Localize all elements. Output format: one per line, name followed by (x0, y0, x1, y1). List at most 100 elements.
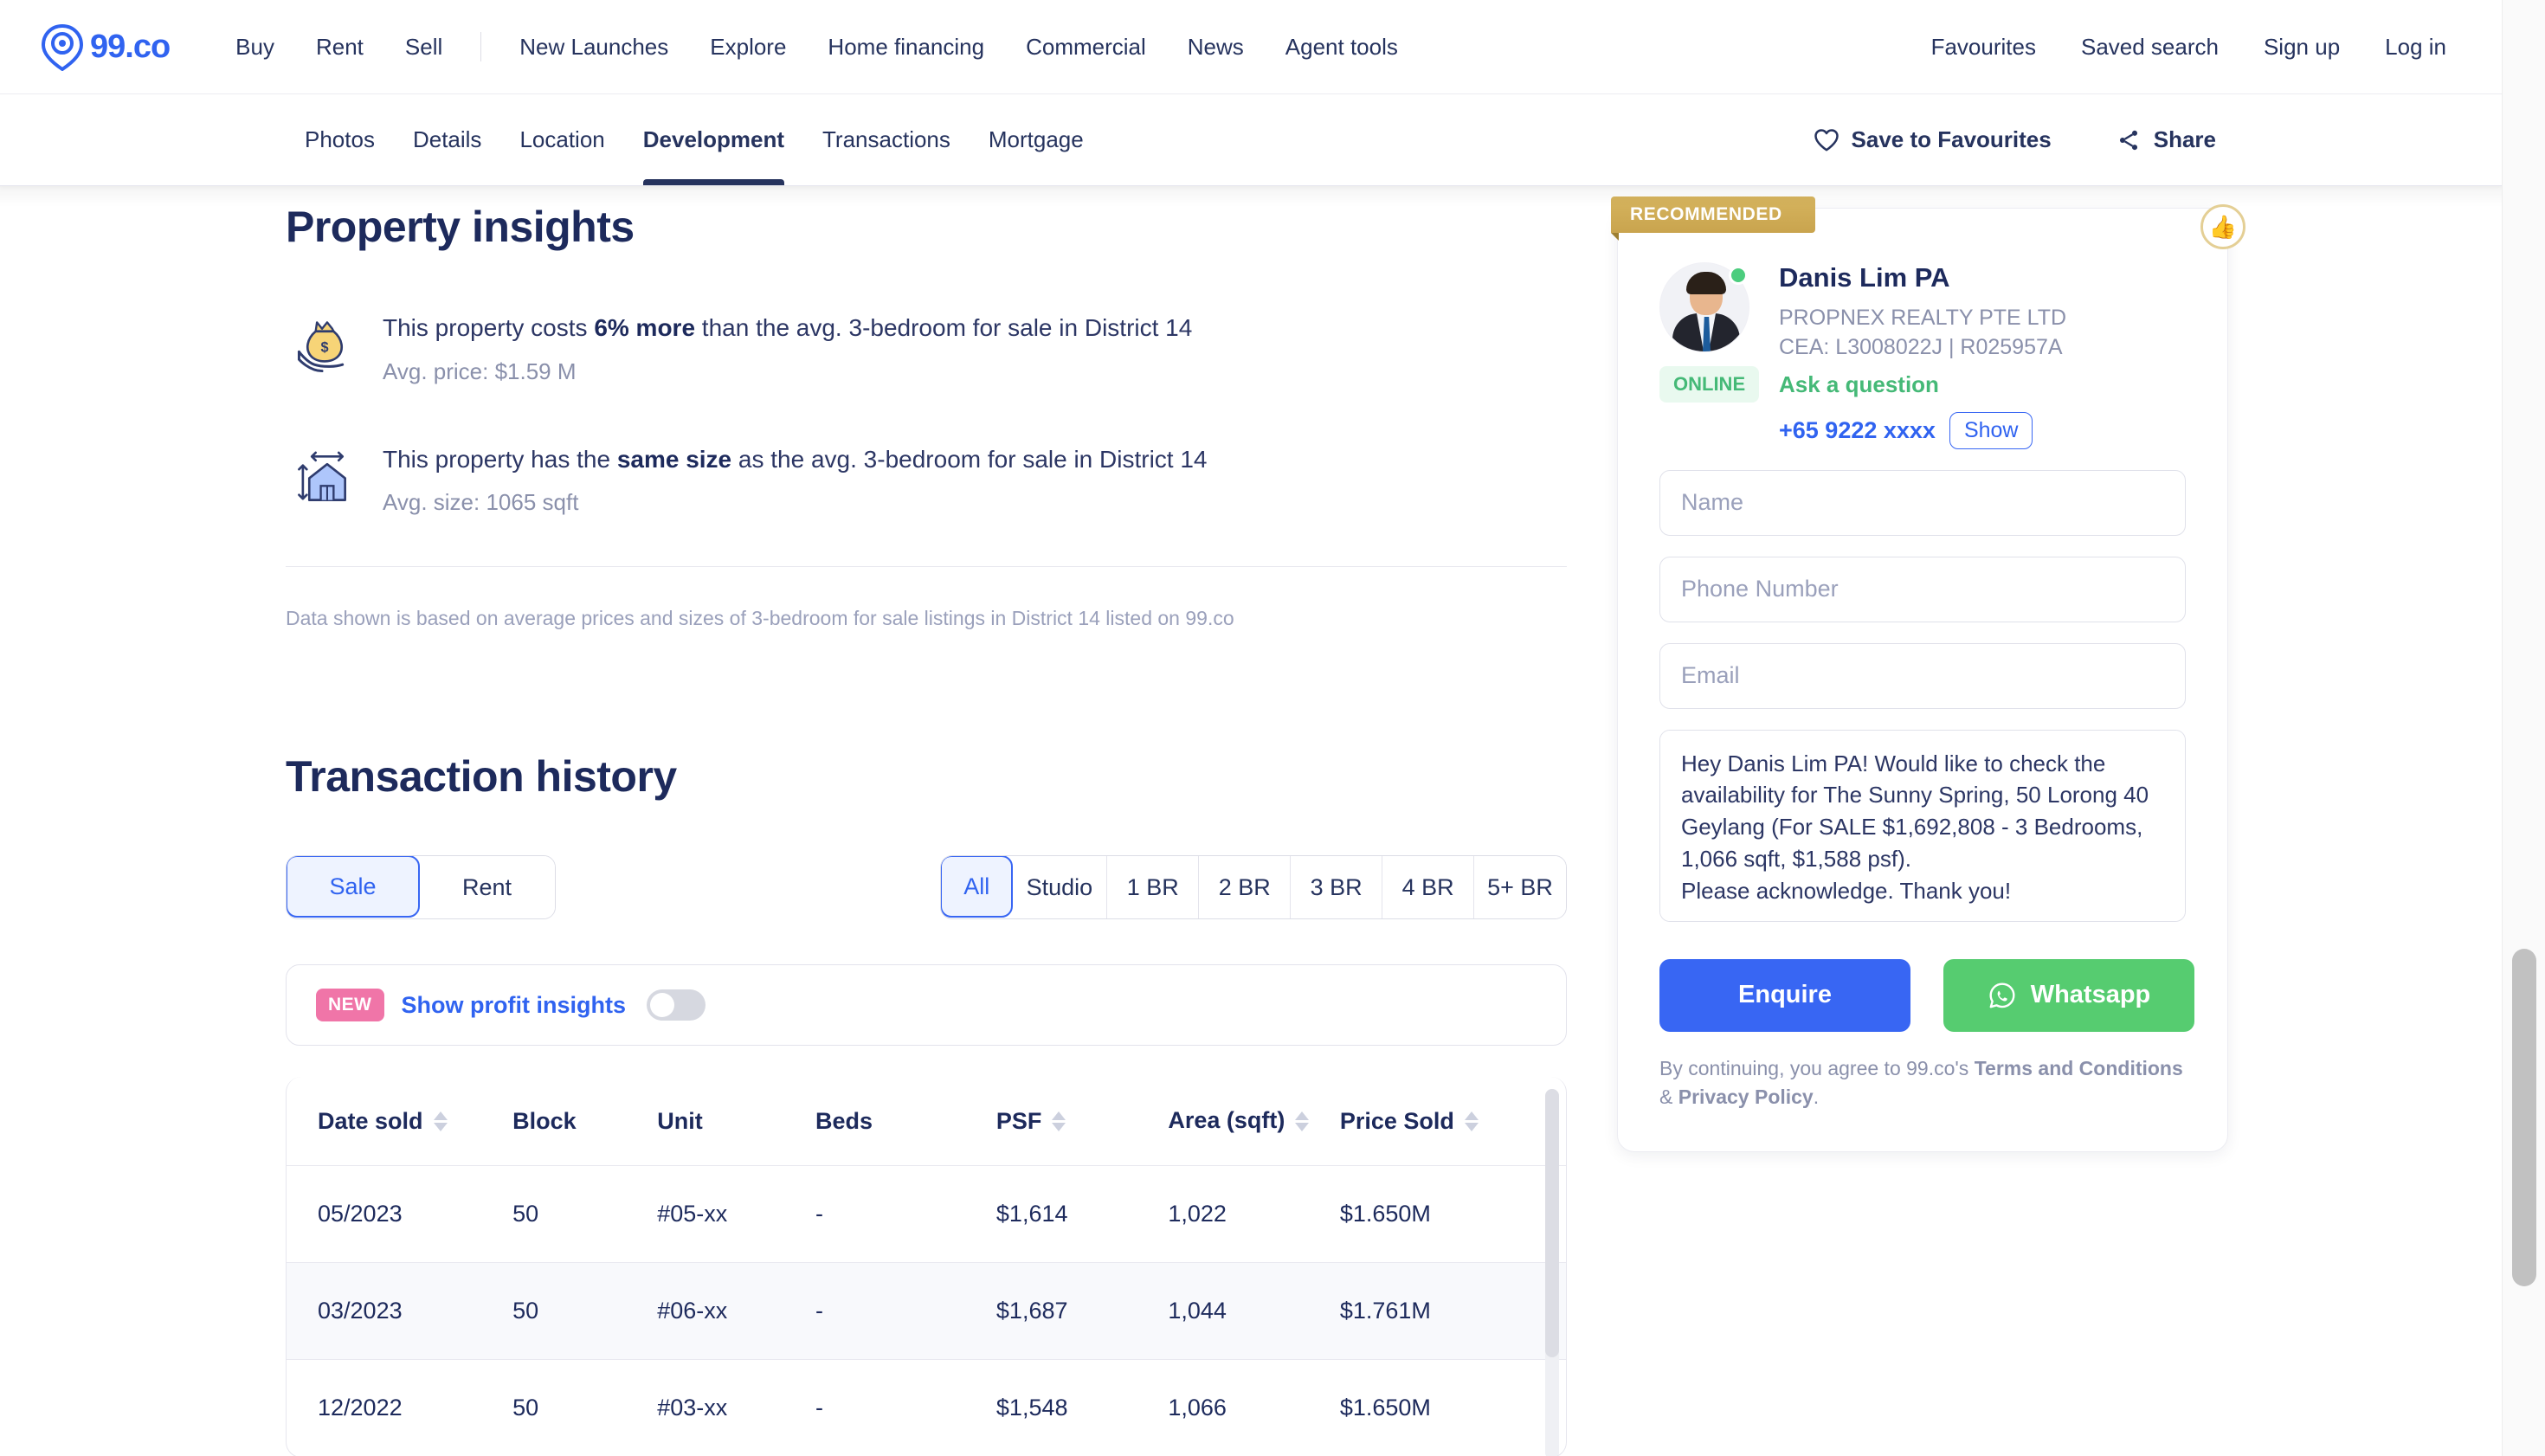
sort-icon-area[interactable] (1295, 1111, 1310, 1131)
nav-link-log-in[interactable]: Log in (2362, 34, 2469, 61)
location-pin-logo-icon (41, 23, 84, 71)
table-header-row: Date sold Block Unit Beds PSF Area (sqft… (287, 1077, 1566, 1166)
insight-size-text-after: as the avg. 3-bedroom for sale in Distri… (731, 445, 1208, 473)
tab-transactions[interactable]: Transactions (803, 94, 970, 185)
ask-a-question-link[interactable]: Ask a question (1779, 371, 2186, 398)
primary-nav-links: Buy Rent Sell New Launches Explore Home … (215, 32, 1419, 61)
nav-link-home-financing[interactable]: Home financing (807, 34, 1005, 61)
enquire-button[interactable]: Enquire (1659, 958, 1910, 1032)
cell-date-sold: 05/2023 (287, 1165, 513, 1263)
column-header-price-sold[interactable]: Price Sold (1339, 1077, 1566, 1166)
nav-divider (480, 32, 482, 61)
filter-bedrooms-all[interactable]: All (941, 856, 1014, 918)
svg-text:$: $ (320, 339, 328, 355)
email-input[interactable] (1659, 642, 2186, 709)
online-status-badge: ONLINE (1659, 366, 1760, 403)
cell-price-sold: $1.650M (1339, 1165, 1566, 1263)
transaction-history-title: Transaction history (286, 752, 677, 802)
listing-section-nav: Photos Details Location Development Tran… (0, 94, 2502, 186)
page-scrollbar-thumb[interactable] (2512, 949, 2536, 1286)
insight-price-highlight: 6% more (594, 314, 696, 341)
column-label-psf: PSF (995, 1107, 1042, 1134)
save-to-favourites-button[interactable]: Save to Favourites (1814, 126, 2052, 153)
heart-icon (1814, 128, 1839, 151)
tab-details[interactable]: Details (394, 94, 500, 185)
insights-divider (286, 566, 1567, 568)
nav-link-news[interactable]: News (1167, 34, 1265, 61)
table-scrollbar-thumb[interactable] (1545, 1089, 1559, 1358)
insights-disclaimer: Data shown is based on average prices an… (286, 607, 1234, 630)
agent-avatar-column: ONLINE (1659, 262, 1763, 449)
house-size-icon (298, 451, 346, 501)
insight-avg-size: Avg. size: 1065 sqft (383, 489, 579, 516)
nav-link-commercial[interactable]: Commercial (1005, 34, 1167, 61)
filter-bedrooms-3br[interactable]: 3 BR (1291, 856, 1383, 919)
cell-block: 50 (512, 1262, 658, 1360)
filter-sale-button[interactable]: Sale (287, 856, 421, 918)
table-scrollbar-track[interactable] (1545, 1089, 1559, 1456)
nav-link-sell[interactable]: Sell (384, 34, 463, 61)
whatsapp-button[interactable]: Whatsapp (1943, 958, 2194, 1032)
nav-link-explore[interactable]: Explore (689, 34, 807, 61)
terms-and-conditions-link[interactable]: Terms and Conditions (1975, 1057, 2183, 1079)
tab-location[interactable]: Location (500, 94, 623, 185)
nav-link-favourites[interactable]: Favourites (1909, 34, 2059, 61)
cell-date-sold: 12/2022 (287, 1359, 513, 1456)
insight-price-body: This property costs 6% more than the avg… (364, 311, 1567, 385)
tab-development[interactable]: Development (624, 94, 803, 185)
sort-icon-date-sold[interactable] (433, 1111, 448, 1131)
cell-price-sold: $1.650M (1339, 1359, 1566, 1456)
nav-link-agent-tools[interactable]: Agent tools (1265, 34, 1419, 61)
left-column: Property insights $ This property costs … (286, 186, 1567, 1456)
filter-bedrooms-2br[interactable]: 2 BR (1199, 856, 1292, 919)
transaction-filters: Sale Rent All Studio 1 BR 2 BR 3 BR 4 BR… (286, 855, 1567, 920)
recommended-badge-label: RECOMMENDED (1630, 204, 1782, 224)
filter-bedrooms-5plusbr[interactable]: 5+ BR (1474, 856, 1566, 919)
show-phone-button[interactable]: Show (1949, 411, 2033, 449)
nav-link-sign-up[interactable]: Sign up (2241, 34, 2362, 61)
sort-icon-price-sold[interactable] (1464, 1111, 1479, 1131)
account-nav-links: Favourites Saved search Sign up Log in (1909, 34, 2469, 61)
profit-insights-bar[interactable]: NEW Show profit insights (286, 964, 1567, 1047)
column-label-beds: Beds (815, 1107, 873, 1134)
filter-bedrooms-studio[interactable]: Studio (1012, 856, 1108, 919)
nav-link-saved-search[interactable]: Saved search (2059, 34, 2241, 61)
tab-photos[interactable]: Photos (286, 94, 394, 185)
table-row: 03/2023 50 #06-xx - $1,687 1,044 $1.761M (287, 1262, 1566, 1360)
message-textarea[interactable]: Hey Danis Lim PA! Would like to check th… (1659, 729, 2186, 922)
profit-insights-toggle[interactable] (646, 989, 706, 1021)
thumbs-up-icon: 👍 (2200, 204, 2245, 249)
terms-text: By continuing, you agree to 99.co's Term… (1659, 1054, 2186, 1112)
agent-enquiry-card: RECOMMENDED 👍 ONLINE Danis Lim PA PROPNE… (1611, 196, 2245, 1153)
column-header-area[interactable]: Area (sqft) (1168, 1077, 1340, 1166)
site-logo[interactable]: 99.co (40, 23, 171, 71)
tab-mortgage[interactable]: Mortgage (970, 94, 1103, 185)
insight-size-highlight: same size (616, 445, 732, 473)
share-button[interactable]: Share (2116, 126, 2216, 153)
column-label-date-sold: Date sold (318, 1107, 423, 1134)
filter-bedrooms-1br[interactable]: 1 BR (1107, 856, 1200, 919)
column-header-unit: Unit (657, 1077, 816, 1166)
transaction-table-head: Date sold Block Unit Beds PSF Area (sqft… (287, 1077, 1566, 1166)
column-header-psf[interactable]: PSF (995, 1077, 1169, 1166)
page-root: 99.co Buy Rent Sell New Launches Explore… (0, 0, 2545, 1456)
filter-rent-button[interactable]: Rent (419, 856, 555, 919)
share-label: Share (2153, 126, 2216, 152)
page-scrollbar-track[interactable] (2502, 0, 2545, 1456)
privacy-policy-link[interactable]: Privacy Policy (1678, 1086, 1814, 1108)
agent-name: Danis Lim PA (1779, 262, 1950, 293)
property-insights-title: Property insights (286, 203, 635, 251)
nav-link-new-launches[interactable]: New Launches (499, 34, 689, 61)
name-input[interactable] (1659, 469, 2186, 536)
column-header-beds: Beds (815, 1077, 996, 1166)
filter-bedrooms-4br[interactable]: 4 BR (1382, 856, 1475, 919)
house-size-icon-wrap (286, 442, 364, 506)
insight-avg-price: Avg. price: $1.59 M (383, 358, 577, 384)
column-label-unit: Unit (657, 1107, 703, 1134)
sort-icon-psf[interactable] (1052, 1111, 1066, 1131)
phone-input[interactable] (1659, 556, 2186, 622)
column-header-date-sold[interactable]: Date sold (287, 1077, 513, 1166)
nav-link-rent[interactable]: Rent (295, 34, 384, 61)
transaction-table: Date sold Block Unit Beds PSF Area (sqft… (287, 1077, 1566, 1456)
nav-link-buy[interactable]: Buy (215, 34, 295, 61)
